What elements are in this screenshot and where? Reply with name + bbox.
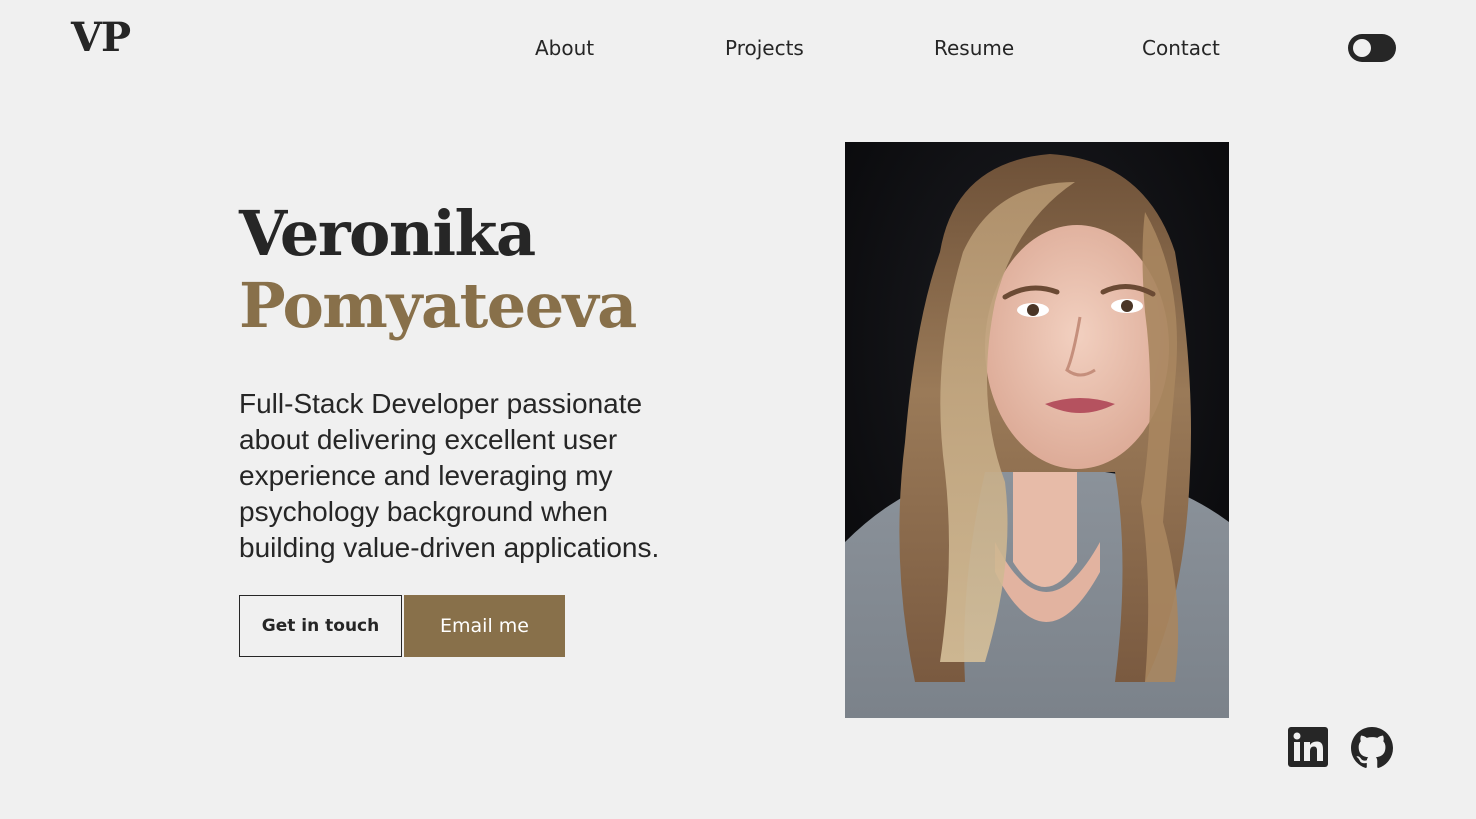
github-icon xyxy=(1351,727,1393,768)
hero-name: Veronika Pomyateeva xyxy=(239,197,637,342)
hero-tagline: Full-Stack Developer passionate about de… xyxy=(239,388,660,563)
github-link[interactable] xyxy=(1351,727,1393,769)
nav-link-projects[interactable]: Projects xyxy=(725,33,804,63)
email-me-button[interactable]: Email me xyxy=(404,595,565,657)
nav-link-about[interactable]: About xyxy=(535,33,594,63)
nav-link-resume[interactable]: Resume xyxy=(934,33,1014,63)
portrait-photo xyxy=(845,142,1229,718)
linkedin-link[interactable] xyxy=(1288,727,1328,767)
theme-toggle[interactable] xyxy=(1348,34,1396,62)
nav-link-contact[interactable]: Contact xyxy=(1142,33,1220,63)
hero-first-name: Veronika xyxy=(239,197,536,270)
main-nav: About Projects Resume Contact xyxy=(0,33,1476,63)
linkedin-icon xyxy=(1288,727,1328,767)
portrait-illustration xyxy=(845,142,1229,718)
hero-last-name: Pomyateeva xyxy=(239,269,637,342)
toggle-knob xyxy=(1353,39,1371,57)
get-in-touch-button[interactable]: Get in touch xyxy=(239,595,402,657)
